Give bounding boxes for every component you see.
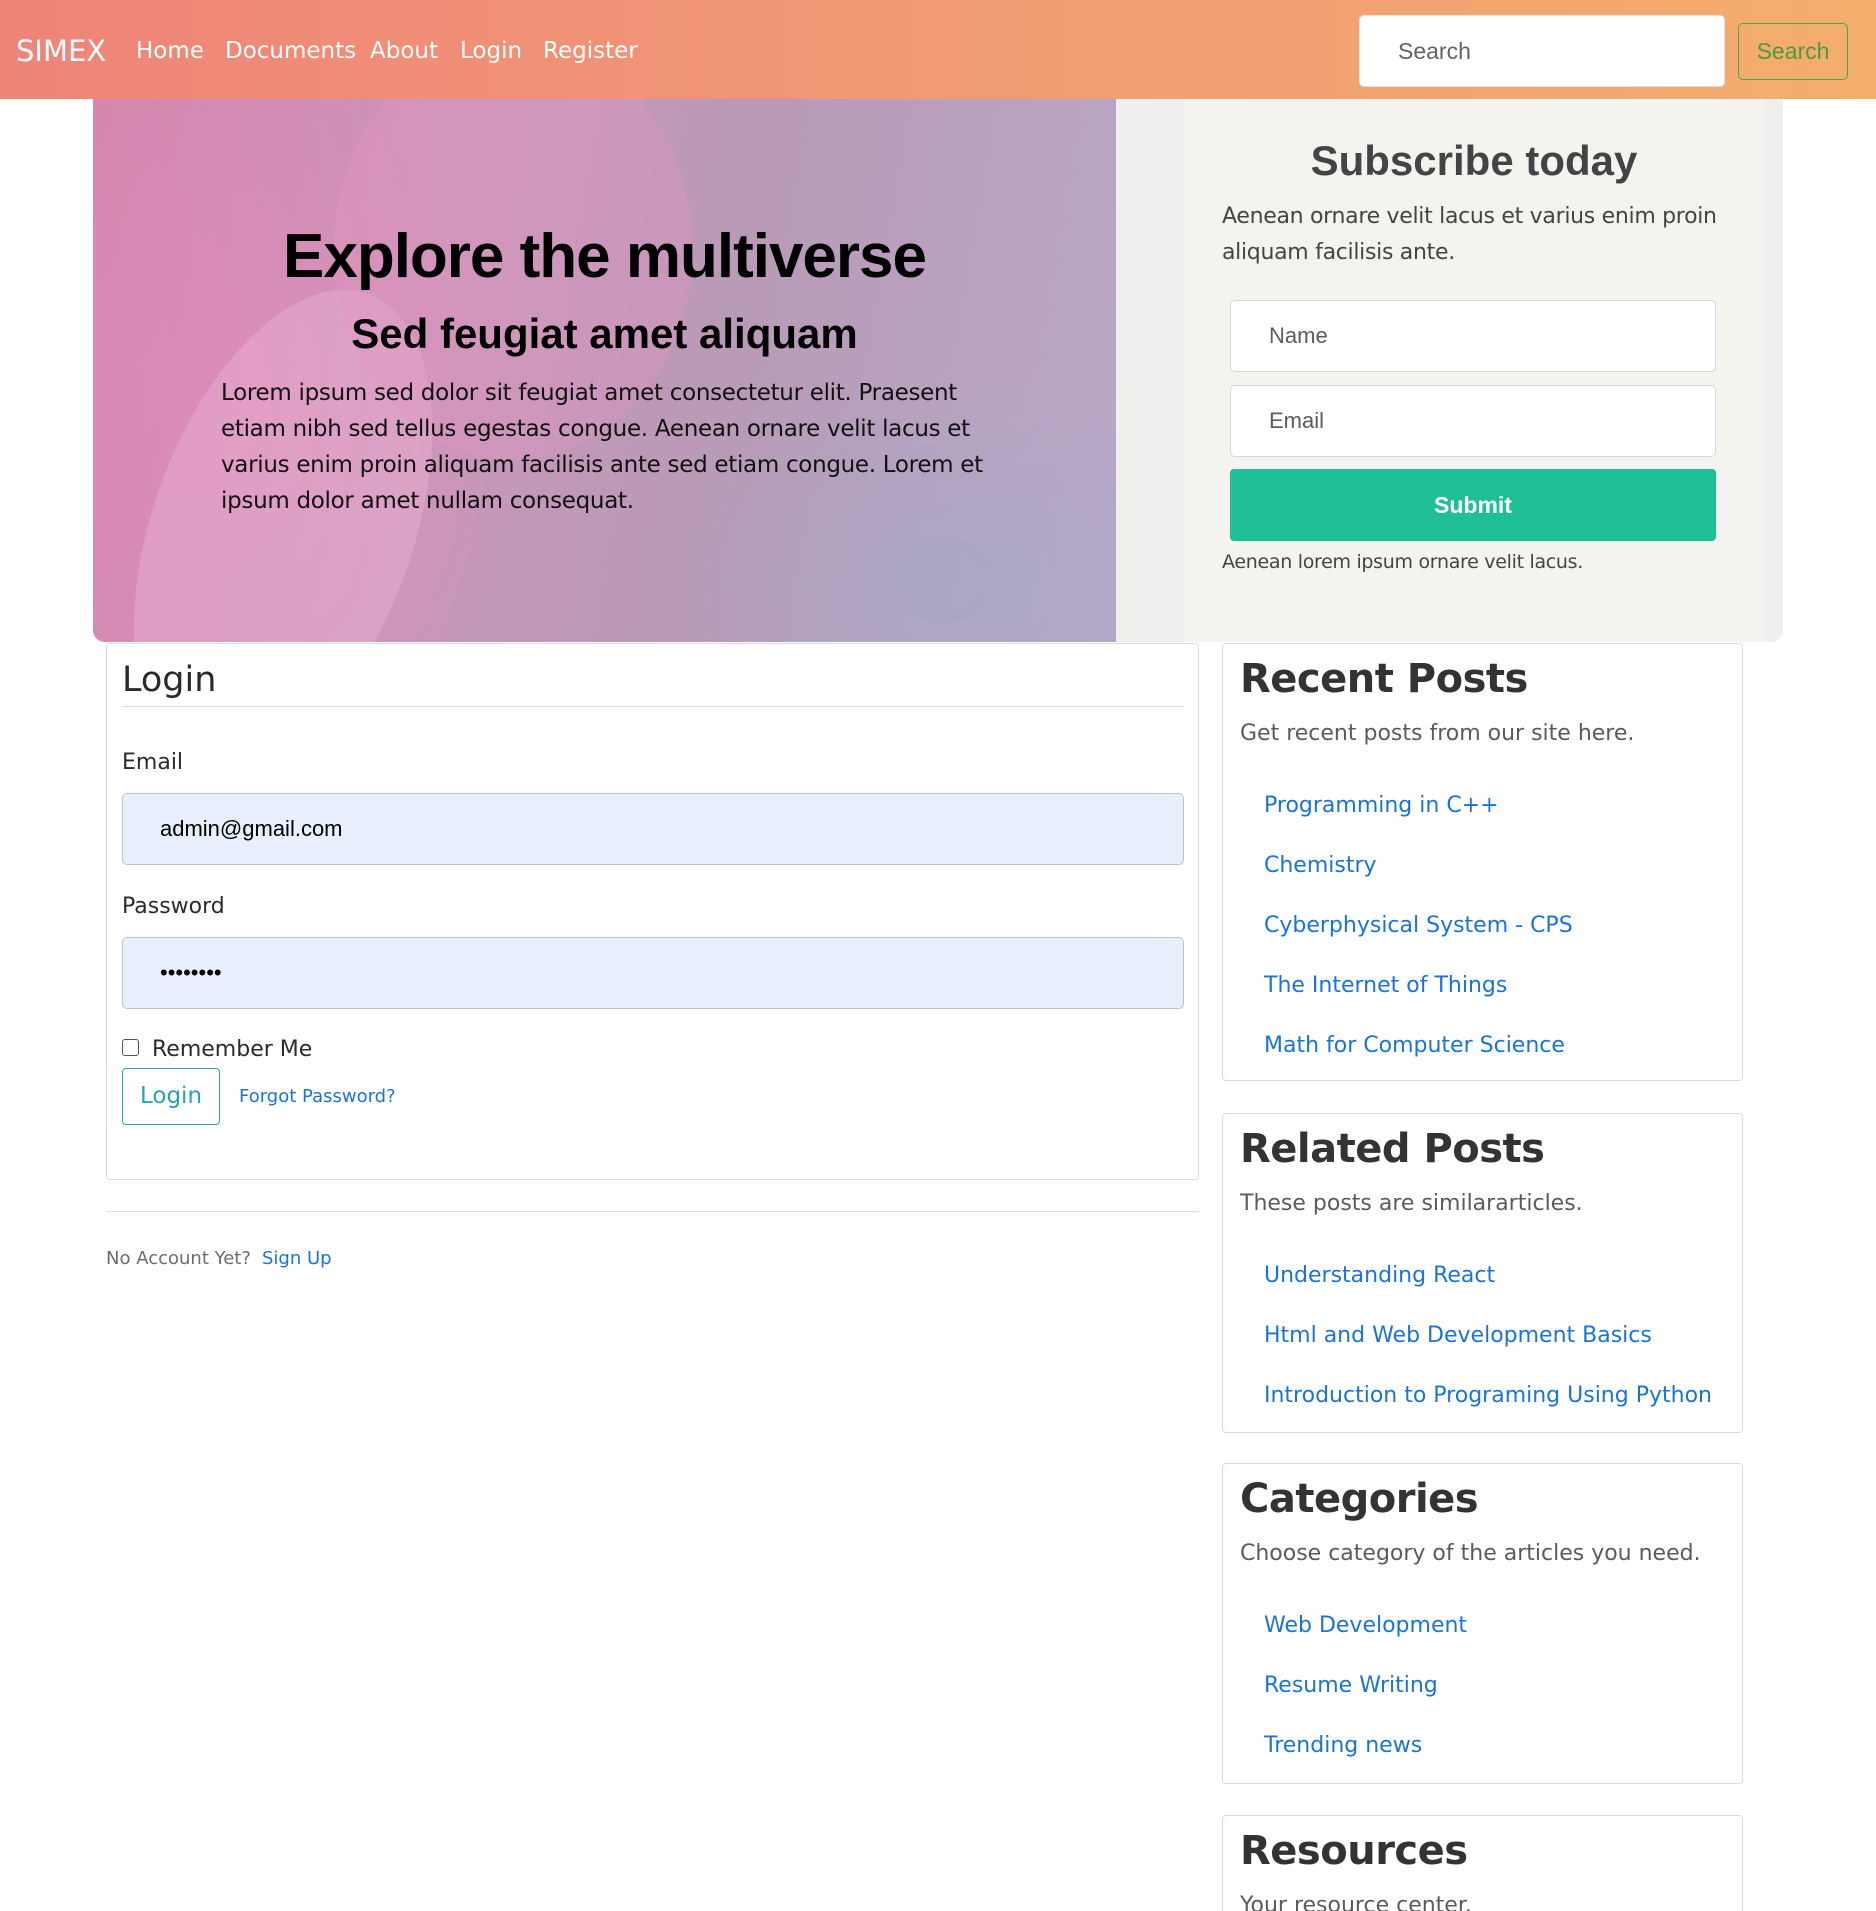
subscribe-name-field[interactable] <box>1230 300 1716 372</box>
recent-post-link[interactable]: Programming in C++ <box>1264 793 1499 818</box>
resources-card: Resources Your resource center. <box>1222 1815 1743 1911</box>
search-button[interactable]: Search <box>1738 23 1848 80</box>
category-link[interactable]: Trending news <box>1264 1733 1422 1758</box>
password-label: Password <box>122 894 225 919</box>
related-post-link[interactable]: Introduction to Programing Using Python <box>1264 1383 1712 1408</box>
category-link[interactable]: Resume Writing <box>1264 1673 1438 1698</box>
hero-text: Lorem ipsum sed dolor sit feugiat amet c… <box>221 380 983 514</box>
related-posts-card: Related Posts These posts are similarart… <box>1222 1113 1743 1433</box>
hero-banner: Explore the multiverse Sed feugiat amet … <box>93 99 1116 642</box>
recent-post-link[interactable]: Chemistry <box>1264 853 1377 878</box>
recent-posts-card: Recent Posts Get recent posts from our s… <box>1222 643 1743 1081</box>
email-label: Email <box>122 750 184 775</box>
nav-link-login[interactable]: Login <box>460 38 522 64</box>
password-field[interactable] <box>122 937 1184 1009</box>
recent-post-link[interactable]: The Internet of Things <box>1264 973 1507 998</box>
nav-link-documents[interactable]: Documents <box>225 38 356 64</box>
subscribe-email-field[interactable] <box>1230 385 1716 457</box>
recent-post-link[interactable]: Math for Computer Science <box>1264 1033 1565 1058</box>
nav-link-about[interactable]: About <box>370 38 438 64</box>
forgot-password-link[interactable]: Forgot Password? <box>239 1086 396 1107</box>
related-posts-title: Related Posts <box>1240 1126 1545 1172</box>
category-link[interactable]: Web Development <box>1264 1613 1467 1638</box>
categories-title: Categories <box>1240 1476 1479 1522</box>
recent-post-link[interactable]: Cyberphysical System - CPS <box>1264 913 1573 938</box>
resources-desc: Your resource center. <box>1240 1893 1472 1911</box>
nav-link-home[interactable]: Home <box>136 38 204 64</box>
subscribe-title: Subscribe today <box>1310 137 1638 184</box>
navbar: SIMEX Home Documents About Login Registe… <box>0 0 1876 99</box>
resources-title: Resources <box>1240 1828 1468 1874</box>
email-field[interactable] <box>122 793 1184 865</box>
divider <box>106 1211 1199 1212</box>
nav-link-register[interactable]: Register <box>543 38 638 64</box>
login-button[interactable]: Login <box>122 1068 220 1125</box>
subscribe-panel: Subscribe today Aenean ornare velit lacu… <box>1185 99 1763 642</box>
divider <box>122 706 1184 707</box>
brand-logo[interactable]: SIMEX <box>16 34 106 68</box>
sign-up-link[interactable]: Sign Up <box>262 1248 332 1269</box>
subscribe-note: Aenean lorem ipsum ornare velit lacus. <box>1222 551 1584 573</box>
no-account-text: No Account Yet? <box>106 1248 251 1269</box>
recent-posts-title: Recent Posts <box>1240 656 1528 702</box>
remember-me-label: Remember Me <box>152 1037 313 1062</box>
recent-posts-desc: Get recent posts from our site here. <box>1240 721 1635 746</box>
hero-subtitle: Sed feugiat amet aliquam <box>351 310 858 357</box>
categories-desc: Choose category of the articles you need… <box>1240 1541 1701 1566</box>
login-card: Login Email Password Remember Me Login F… <box>106 643 1199 1180</box>
related-post-link[interactable]: Html and Web Development Basics <box>1264 1323 1652 1348</box>
subscribe-submit-button[interactable]: Submit <box>1230 469 1716 541</box>
hero-title: Explore the multiverse <box>282 222 927 291</box>
hero-section: Explore the multiverse Sed feugiat amet … <box>93 99 1783 642</box>
subscribe-text: Aenean ornare velit lacus et varius enim… <box>1222 204 1717 265</box>
categories-card: Categories Choose category of the articl… <box>1222 1463 1743 1784</box>
login-title: Login <box>122 660 217 700</box>
search-input[interactable] <box>1359 15 1725 87</box>
remember-me-checkbox[interactable] <box>122 1039 139 1056</box>
related-posts-desc: These posts are similararticles. <box>1240 1191 1583 1216</box>
related-post-link[interactable]: Understanding React <box>1264 1263 1495 1288</box>
